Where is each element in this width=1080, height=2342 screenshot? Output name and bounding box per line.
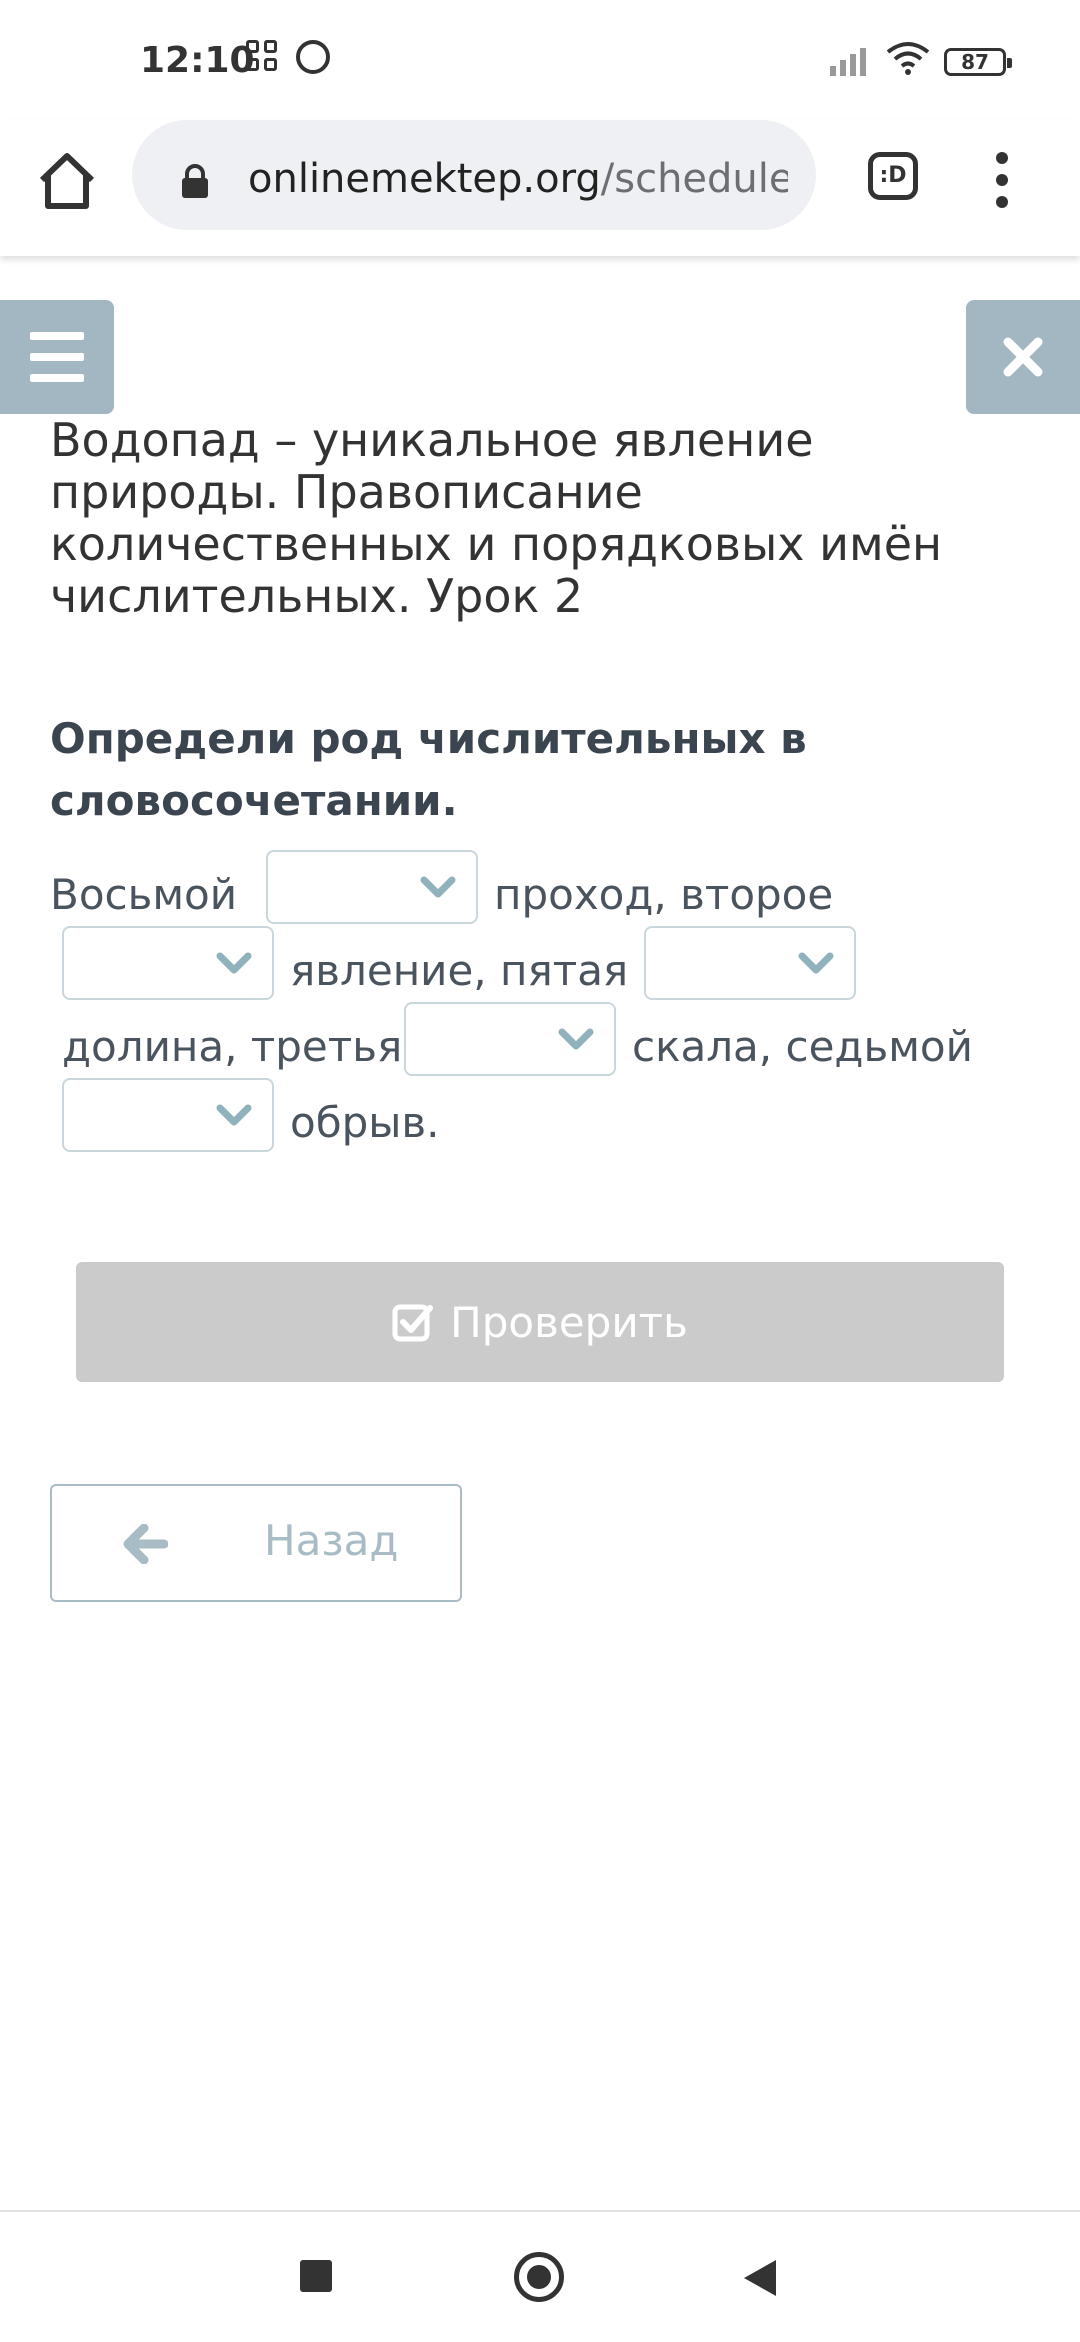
chevron-down-icon: [798, 952, 834, 974]
gender-dropdown-3[interactable]: [644, 926, 856, 1000]
gender-dropdown-5[interactable]: [62, 1078, 274, 1152]
menu-button[interactable]: [0, 300, 114, 414]
recent-apps-icon[interactable]: [300, 2260, 332, 2292]
arrow-left-icon: [123, 1524, 168, 1564]
gender-dropdown-4[interactable]: [404, 1002, 616, 1076]
lock-icon: [182, 164, 208, 198]
text-segment: долина, третья: [62, 1022, 403, 1071]
home-circle-icon[interactable]: [514, 2252, 564, 2302]
grid-icon: [246, 40, 280, 74]
signal-icon: [830, 48, 866, 76]
chevron-down-icon: [420, 876, 456, 898]
text-segment: обрыв.: [290, 1098, 440, 1147]
battery-icon: 87: [944, 48, 1012, 76]
system-navigation-bar: [0, 2210, 1080, 2342]
whatsapp-icon: [296, 40, 330, 74]
lesson-title: Водопад – уникальное явление природы. Пр…: [50, 413, 943, 623]
tab-switcher-button[interactable]: :D: [868, 152, 918, 200]
text-segment: явление, пятая: [290, 946, 629, 995]
status-time: 12:10: [140, 40, 255, 81]
url-text[interactable]: onlinemektep.org/schedule/: [248, 156, 788, 202]
text-segment: Восьмой: [50, 870, 238, 919]
check-button-label: Проверить: [450, 1297, 688, 1347]
wifi-icon: [886, 42, 930, 75]
back-button[interactable]: Назад: [50, 1484, 462, 1602]
gender-dropdown-1[interactable]: [266, 850, 478, 924]
chevron-down-icon: [558, 1028, 594, 1050]
chevron-down-icon: [216, 952, 252, 974]
text-segment: проход, второе: [494, 870, 834, 919]
more-menu-icon[interactable]: [990, 152, 1014, 208]
chevron-down-icon: [216, 1104, 252, 1126]
check-button[interactable]: Проверить: [76, 1262, 1004, 1382]
close-button[interactable]: [966, 300, 1080, 414]
url-path: /schedule/: [600, 156, 788, 202]
back-button-label: Назад: [264, 1516, 399, 1565]
close-icon: [1003, 337, 1043, 377]
back-triangle-icon[interactable]: [742, 2258, 778, 2298]
checkbox-check-icon: [392, 1304, 434, 1342]
browser-toolbar: onlinemektep.org/schedule/ :D: [0, 120, 1080, 256]
task-heading: Определи род числительных в словосочетан…: [50, 714, 807, 825]
status-bar: 12:10 87: [0, 0, 1080, 120]
url-domain: onlinemektep.org: [248, 156, 601, 202]
text-segment: скала, седьмой: [632, 1022, 973, 1071]
home-icon[interactable]: [36, 150, 98, 212]
gender-dropdown-2[interactable]: [62, 926, 274, 1000]
